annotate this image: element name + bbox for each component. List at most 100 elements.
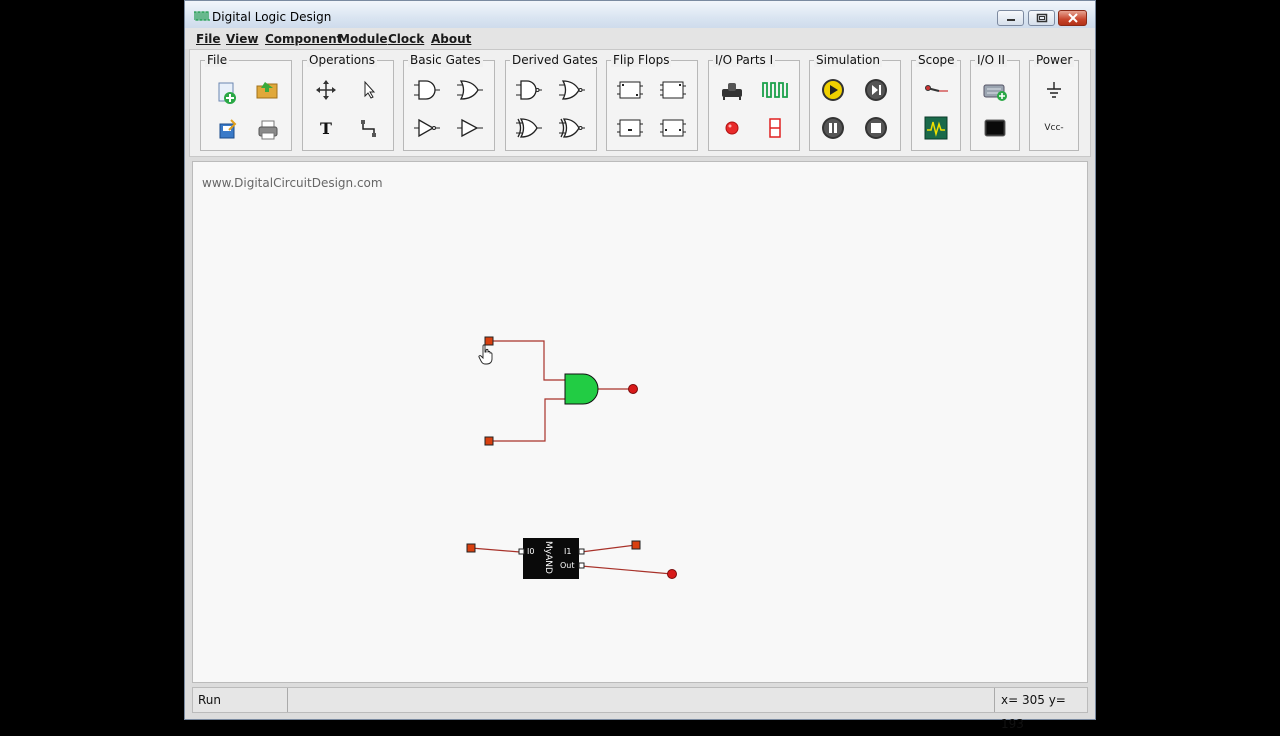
keyboard-button[interactable] [981, 76, 1009, 104]
io-2-group-label: I/O II [975, 53, 1007, 67]
input-switch-a[interactable] [484, 336, 494, 346]
wire-tool-button[interactable] [355, 114, 383, 142]
vcc-button[interactable]: Vcc- [1038, 114, 1070, 142]
oscilloscope-button[interactable] [922, 114, 950, 142]
minimize-icon [1006, 19, 1015, 21]
menu-module[interactable]: Module [338, 32, 388, 46]
status-mode: Run [193, 688, 288, 712]
and-gate[interactable] [564, 373, 599, 405]
pushbutton-icon [722, 83, 742, 100]
menu-bar: File View Component Module Clock About [185, 28, 1095, 49]
power-group-label: Power [1034, 53, 1075, 67]
myand-module-block[interactable]: I0 I1 Out MyAND [518, 538, 585, 579]
module-input-switch-2[interactable] [631, 540, 641, 550]
module-pin-out [578, 562, 585, 569]
status-coordinates: x= 305 y= 193 [1001, 693, 1066, 731]
step-button[interactable] [862, 76, 890, 104]
xor-gate-button[interactable] [515, 114, 543, 142]
probe-button[interactable] [922, 76, 950, 104]
output-led[interactable] [628, 384, 638, 394]
xnor-gate-button[interactable] [558, 114, 586, 142]
module-output-led[interactable] [667, 569, 677, 579]
t-flipflop-button[interactable] [616, 114, 644, 142]
step-forward-icon [865, 79, 887, 101]
new-file-button[interactable] [213, 79, 241, 107]
file-group-label: File [205, 53, 230, 67]
maximize-button[interactable] [1028, 10, 1055, 26]
menu-component[interactable]: Component [265, 32, 342, 46]
simulation-group: Simulation [809, 53, 901, 151]
circuit-diagram: I0 I1 Out MyAND [466, 336, 677, 579]
xor-gate-icon [516, 118, 542, 138]
wire-module-i0 [470, 547, 521, 553]
simulation-group-label: Simulation [814, 53, 882, 67]
open-folder-icon [256, 82, 278, 99]
clock-source-button[interactable] [761, 76, 789, 104]
sr-flipflop-icon [660, 119, 686, 137]
open-file-button[interactable] [254, 76, 282, 104]
minimize-button[interactable] [997, 10, 1024, 26]
module-input-switch-1[interactable] [466, 543, 476, 553]
scope-group-label: Scope [916, 53, 957, 67]
module-name-label: MyAND [543, 541, 553, 574]
stop-button[interactable] [862, 114, 890, 142]
or-gate-button[interactable] [456, 76, 484, 104]
t-flipflop-icon [617, 119, 643, 137]
led-icon [725, 121, 739, 135]
led-button[interactable] [718, 114, 746, 142]
pause-icon [822, 117, 844, 139]
input-switch-b[interactable] [484, 436, 494, 446]
and-circuit-wires [489, 340, 633, 442]
save-file-button[interactable] [213, 116, 241, 144]
print-button[interactable] [254, 116, 282, 144]
vcc-label: Vcc- [1044, 123, 1064, 133]
move-arrows-icon [316, 80, 336, 100]
derived-gates-group: Derived Gates [505, 53, 600, 151]
and-gate-button[interactable] [413, 76, 441, 104]
nor-gate-button[interactable] [558, 76, 586, 104]
menu-about[interactable]: About [431, 32, 471, 46]
module-pin-i0-label: I0 [527, 547, 534, 556]
nand-gate-button[interactable] [515, 76, 543, 104]
save-icon [219, 119, 237, 139]
new-file-icon [218, 82, 236, 104]
seven-segment-button[interactable] [761, 114, 789, 142]
probe-icon [925, 85, 948, 92]
wire-input-b [489, 398, 565, 442]
jk-flipflop-button[interactable] [659, 76, 687, 104]
flip-flops-group: Flip Flops [606, 53, 698, 151]
wire-tool-icon [361, 120, 376, 137]
toolbar: File Operations T Basic Gates Derived Ga… [189, 49, 1091, 157]
text-tool-icon: T [320, 118, 332, 138]
move-tool-button[interactable] [312, 76, 340, 104]
terminal-button[interactable] [981, 114, 1009, 142]
status-message [288, 688, 995, 712]
menu-file[interactable]: File [196, 32, 221, 46]
stop-icon [865, 117, 887, 139]
flip-flops-group-label: Flip Flops [611, 53, 672, 67]
menu-clock[interactable]: Clock [388, 32, 424, 46]
nor-gate-icon [559, 80, 585, 100]
push-button-part[interactable] [718, 76, 746, 104]
ground-button[interactable] [1040, 76, 1068, 104]
sr-flipflop-button[interactable] [659, 114, 687, 142]
app-window: Digital Logic Design File View Component… [184, 0, 1096, 731]
module-pin-i1-label: I1 [564, 547, 571, 556]
module-pin-i0 [518, 548, 525, 555]
not-gate-button[interactable] [413, 114, 441, 142]
close-icon [1067, 13, 1078, 23]
oscilloscope-icon [924, 116, 948, 140]
design-canvas[interactable]: www.DigitalCircuitDesign.com I0 I1 Out M… [192, 161, 1088, 683]
select-tool-button[interactable] [355, 76, 383, 104]
not-gate-icon [414, 118, 440, 138]
pause-button[interactable] [819, 114, 847, 142]
menu-view[interactable]: View [226, 32, 258, 46]
play-icon [822, 79, 844, 101]
d-flipflop-button[interactable] [616, 76, 644, 104]
close-button[interactable] [1058, 10, 1087, 26]
run-button[interactable] [819, 76, 847, 104]
and-gate-icon [414, 80, 440, 100]
nand-gate-icon [516, 80, 542, 100]
text-tool-button[interactable]: T [312, 114, 340, 142]
buffer-gate-button[interactable] [456, 114, 484, 142]
